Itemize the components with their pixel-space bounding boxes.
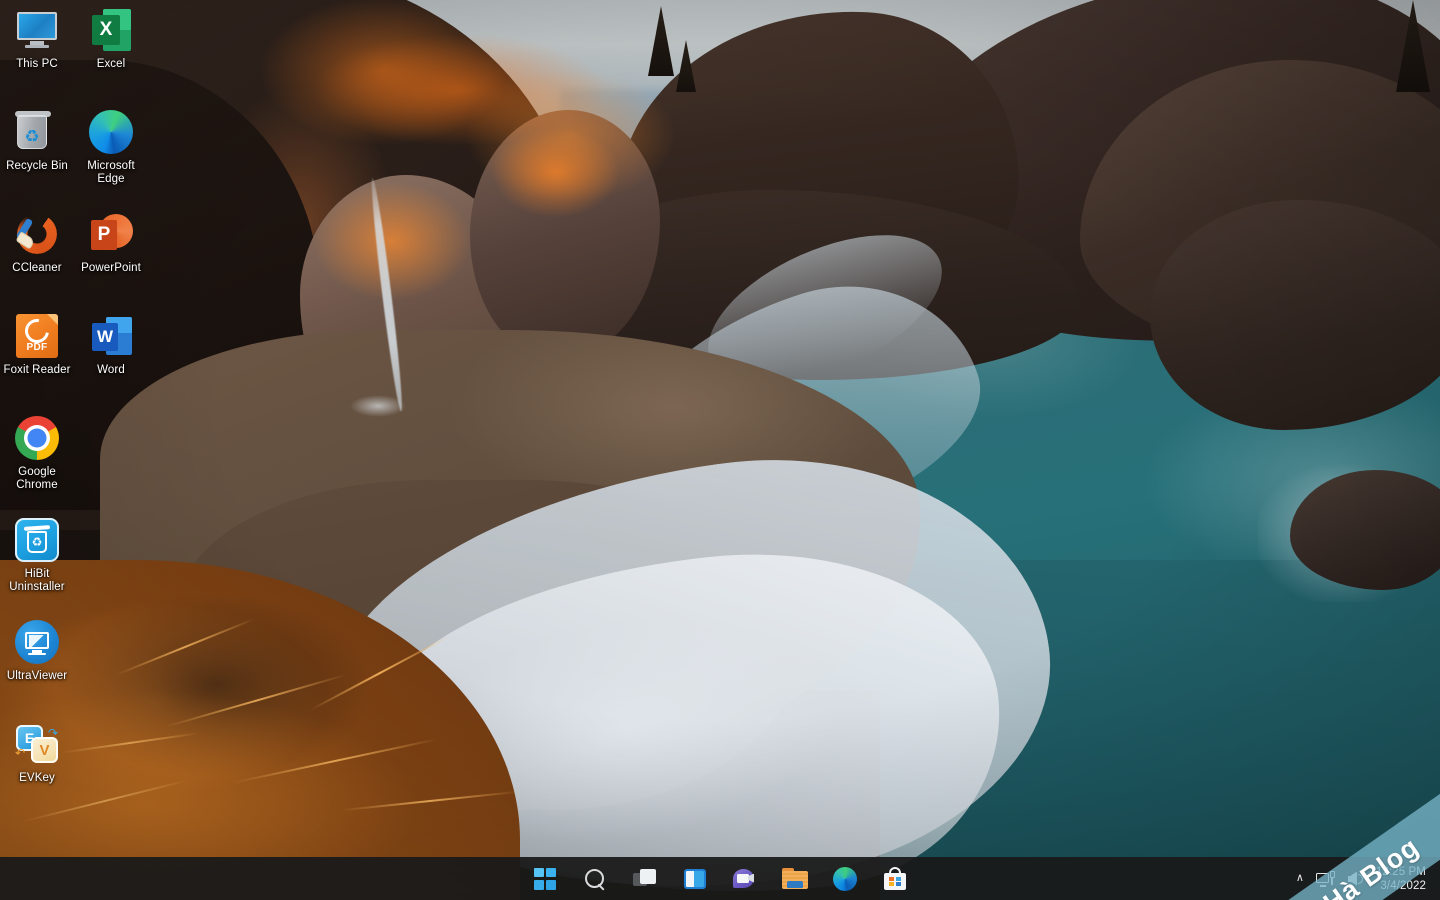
ccleaner-icon bbox=[13, 210, 61, 258]
edge-button[interactable] bbox=[825, 861, 865, 897]
chevron-up-icon: ∧ bbox=[1296, 873, 1304, 884]
desktop-icon-label: Microsoft Edge bbox=[74, 160, 148, 186]
taskbar-center-group bbox=[525, 861, 915, 897]
clock-time: 12:25 PM bbox=[1376, 865, 1426, 879]
volume-button[interactable] bbox=[1341, 861, 1372, 897]
ultraviewer-icon bbox=[13, 618, 61, 666]
widgets-button[interactable] bbox=[675, 861, 715, 897]
desktop-icon-label: Google Chrome bbox=[0, 466, 74, 492]
start-button[interactable] bbox=[525, 861, 565, 897]
desktop-icon-label: Word bbox=[97, 364, 125, 377]
chat-button[interactable] bbox=[725, 861, 765, 897]
hibit-uninstaller-icon: ♻ bbox=[13, 516, 61, 564]
desktop-icon-excel[interactable]: X Excel bbox=[74, 6, 148, 71]
widgets-icon bbox=[684, 869, 706, 889]
taskbar[interactable]: ∧ 12:25 PM 3/4/2022 bbox=[0, 857, 1440, 900]
word-icon: W bbox=[87, 312, 135, 360]
desktop-icon-label: This PC bbox=[16, 58, 58, 71]
desktop-icon-word[interactable]: W Word bbox=[74, 312, 148, 377]
tray-overflow-button[interactable]: ∧ bbox=[1290, 861, 1310, 897]
desktop-icon-label: UltraViewer bbox=[7, 670, 67, 683]
search-icon bbox=[584, 868, 606, 890]
store-button[interactable] bbox=[875, 861, 915, 897]
desktop-icon-label: Foxit Reader bbox=[3, 364, 70, 377]
volume-icon bbox=[1347, 871, 1366, 887]
powerpoint-icon: P bbox=[87, 210, 135, 258]
desktop-icon-label: CCleaner bbox=[12, 262, 61, 275]
desktop-icon-grid: This PC X Excel ♻ bbox=[0, 0, 160, 830]
desktop-icon-hibit-uninstaller[interactable]: ♻ HiBit Uninstaller bbox=[0, 516, 74, 594]
desktop-icon-recycle-bin[interactable]: ♻ Recycle Bin bbox=[0, 108, 74, 173]
desktop-wallpaper bbox=[0, 0, 1440, 900]
desktop-root[interactable]: This PC X Excel ♻ bbox=[0, 0, 1440, 900]
google-chrome-icon bbox=[13, 414, 61, 462]
task-view-icon bbox=[633, 869, 657, 889]
microsoft-edge-icon bbox=[87, 108, 135, 156]
excel-icon: X bbox=[87, 6, 135, 54]
evkey-icon: E ↷ V ↶ bbox=[13, 720, 61, 768]
network-button[interactable] bbox=[1310, 861, 1341, 897]
desktop-icon-powerpoint[interactable]: P PowerPoint bbox=[74, 210, 148, 275]
store-bag-icon bbox=[884, 867, 906, 890]
clock[interactable]: 12:25 PM 3/4/2022 bbox=[1372, 861, 1434, 897]
file-explorer-button[interactable] bbox=[775, 861, 815, 897]
chat-icon bbox=[733, 868, 757, 890]
recycle-bin-icon: ♻ bbox=[13, 108, 61, 156]
windows-logo-icon bbox=[534, 868, 556, 890]
desktop-icon-label: Excel bbox=[97, 58, 126, 71]
desktop-icon-foxit-reader[interactable]: PDF Foxit Reader bbox=[0, 312, 74, 377]
desktop-icon-label: Recycle Bin bbox=[6, 160, 68, 173]
system-tray: ∧ 12:25 PM 3/4/2022 bbox=[1290, 857, 1440, 900]
desktop-icon-evkey[interactable]: E ↷ V ↶ EVKey bbox=[0, 720, 74, 785]
desktop-icon-microsoft-edge[interactable]: Microsoft Edge bbox=[74, 108, 148, 186]
folder-icon bbox=[782, 868, 808, 889]
desktop-icon-google-chrome[interactable]: Google Chrome bbox=[0, 414, 74, 492]
desktop-icon-label: PowerPoint bbox=[81, 262, 141, 275]
desktop-icon-label: HiBit Uninstaller bbox=[0, 568, 74, 594]
task-view-button[interactable] bbox=[625, 861, 665, 897]
desktop-icon-this-pc[interactable]: This PC bbox=[0, 6, 74, 71]
foxit-reader-icon: PDF bbox=[13, 312, 61, 360]
desktop-icon-label: EVKey bbox=[19, 772, 55, 785]
network-icon bbox=[1316, 871, 1335, 887]
search-button[interactable] bbox=[575, 861, 615, 897]
edge-icon bbox=[833, 867, 857, 891]
desktop-icon-ccleaner[interactable]: CCleaner bbox=[0, 210, 74, 275]
desktop-icon-ultraviewer[interactable]: UltraViewer bbox=[0, 618, 74, 683]
clock-date: 3/4/2022 bbox=[1380, 879, 1426, 893]
this-pc-icon bbox=[13, 6, 61, 54]
